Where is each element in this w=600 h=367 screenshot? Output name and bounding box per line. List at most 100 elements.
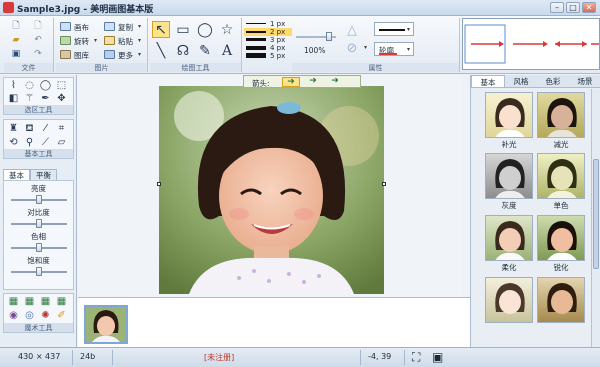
pen-select-icon[interactable]: ✒ — [39, 93, 52, 105]
more-command[interactable]: 更多 — [118, 50, 133, 61]
open-image-thumbnail[interactable] — [84, 305, 128, 344]
brightness-slider-knob[interactable] — [36, 195, 42, 204]
contrast-slider[interactable] — [11, 219, 67, 228]
magic-brush-icon[interactable]: ✐ — [55, 310, 68, 322]
invert-select-icon[interactable]: ◧ — [7, 93, 20, 105]
line-style-dropdown[interactable]: ▾ — [374, 22, 414, 36]
freeform-select-icon[interactable]: ◌ — [23, 80, 36, 92]
lasso-icon[interactable]: ⌇ — [7, 80, 20, 92]
arrow-style-gallery[interactable] — [462, 18, 600, 70]
redo-icon[interactable]: ↷ — [32, 49, 44, 60]
brightness-slider[interactable] — [11, 195, 67, 204]
arrow-type-single-icon[interactable]: ➜ — [282, 77, 300, 87]
crop-icon[interactable]: ⌗ — [55, 123, 68, 135]
eraser-icon[interactable]: ▱ — [55, 137, 68, 149]
canvas-command[interactable]: 画布 — [74, 22, 89, 33]
red-eye-icon[interactable]: ◉ — [7, 310, 20, 322]
fit-to-window-icon[interactable]: ⛶ — [412, 350, 420, 365]
fill-icon[interactable]: △ — [342, 24, 362, 38]
text-tool-icon[interactable]: A — [218, 42, 236, 59]
pencil-tool-icon[interactable]: ✎ — [196, 42, 214, 59]
magic-wand-icon[interactable]: ⚚ — [23, 93, 36, 105]
effect-soften[interactable]: 柔化 — [485, 215, 533, 273]
opacity-slider-knob[interactable] — [326, 32, 332, 41]
actual-size-icon[interactable]: ▣ — [432, 350, 443, 364]
contrast-slider-knob[interactable] — [36, 219, 42, 228]
line-width-option[interactable]: 3 px — [244, 36, 292, 44]
line-width-option[interactable]: 5 px — [244, 52, 292, 60]
scene-icon[interactable]: ▦ — [23, 296, 36, 308]
tab-style[interactable]: 风格 — [505, 75, 537, 87]
paste-command[interactable]: 粘贴 — [118, 36, 133, 47]
clone-stamp-icon[interactable]: ♜ — [7, 123, 20, 135]
brush-icon[interactable]: ⁄ — [39, 123, 52, 135]
line-width-option[interactable]: 1 px — [244, 20, 292, 28]
fill-dropdown-icon[interactable]: ▾ — [364, 44, 367, 51]
ellipse-tool-icon[interactable]: ◯ — [196, 21, 214, 38]
effect-grayscale[interactable]: 灰度 — [485, 153, 533, 211]
hue-slider[interactable] — [11, 243, 67, 252]
tab-balance[interactable]: 平衡 — [30, 169, 57, 180]
effect-label: 柔化 — [501, 263, 517, 272]
copy-command[interactable]: 复制 — [118, 22, 133, 33]
minimize-button[interactable]: – — [550, 2, 564, 13]
paste-dropdown-icon[interactable]: ▾ — [138, 37, 141, 44]
arrow-type-thin-icon[interactable]: ➜ — [326, 77, 344, 87]
effects-scrollbar-thumb[interactable] — [593, 159, 599, 269]
canvas-area[interactable]: 箭头: ➜ ➜ ➜ — [78, 75, 462, 297]
effect-item[interactable] — [485, 277, 533, 323]
rotate-tool-icon[interactable]: ⟲ — [7, 137, 20, 149]
open-file-icon[interactable]: ▰ — [10, 35, 22, 46]
opacity-slider[interactable] — [296, 32, 336, 41]
gallery-command[interactable]: 图库 — [74, 50, 89, 61]
effects-scrollbar[interactable] — [591, 89, 600, 347]
save-as-icon[interactable]: 🗋 — [32, 21, 44, 32]
select-arrow-tool-icon[interactable]: ↖ — [152, 21, 170, 38]
tab-basic-effects[interactable]: 基本 — [471, 75, 505, 87]
line-tool-icon[interactable]: ╲ — [152, 42, 170, 59]
app-icon[interactable] — [3, 2, 14, 13]
resize-handle-right[interactable] — [382, 182, 386, 186]
effect-monochrome[interactable]: 单色 — [537, 153, 585, 211]
rotate-command[interactable]: 旋转 — [74, 36, 89, 47]
rotate-dropdown-icon[interactable]: ▾ — [94, 37, 97, 44]
collage-icon[interactable]: ▦ — [55, 296, 68, 308]
new-file-icon[interactable]: 🗋 — [10, 21, 22, 32]
maximize-button[interactable]: □ — [566, 2, 580, 13]
arrow-type-double-icon[interactable]: ➜ — [304, 77, 322, 87]
copy-dropdown-icon[interactable]: ▾ — [138, 23, 141, 30]
outline-dropdown[interactable]: 轮廓 ▾ — [374, 42, 414, 56]
eyedropper-icon[interactable]: ⟋ — [39, 137, 52, 149]
effect-reduce-light[interactable]: 减光 — [537, 92, 585, 150]
rectangle-tool-icon[interactable]: ▭ — [174, 21, 192, 38]
zoom-icon[interactable]: ⚲ — [23, 137, 36, 149]
effect-fill-light[interactable]: 补光 — [485, 92, 533, 150]
saturation-slider[interactable] — [11, 267, 67, 276]
more-dropdown-icon[interactable]: ▾ — [138, 51, 141, 58]
border-icon[interactable]: ▦ — [39, 296, 52, 308]
line-width-option-selected[interactable]: 2 px — [244, 28, 292, 36]
mosaic-icon[interactable]: ✺ — [39, 310, 52, 322]
no-fill-icon[interactable]: ⊘ — [342, 42, 362, 56]
undo-icon[interactable]: ↶ — [32, 35, 44, 46]
effect-item[interactable] — [537, 277, 585, 323]
callout-tool-icon[interactable]: ☊ — [174, 42, 192, 59]
effect-sharpen[interactable]: 锐化 — [537, 215, 585, 273]
line-width-option[interactable]: 4 px — [244, 44, 292, 52]
ellipse-select-icon[interactable]: ◯ — [39, 80, 52, 92]
saturation-slider-knob[interactable] — [36, 267, 42, 276]
rect-select-icon[interactable]: ⬚ — [55, 80, 68, 92]
move-select-icon[interactable]: ✥ — [55, 93, 68, 105]
hue-slider-knob[interactable] — [36, 243, 42, 252]
sticker-icon[interactable]: ◎ — [23, 310, 36, 322]
tab-scene[interactable]: 场景 — [569, 75, 600, 87]
main-photo[interactable] — [159, 86, 384, 294]
frame-icon[interactable]: ▦ — [7, 296, 20, 308]
tab-basic[interactable]: 基本 — [3, 169, 30, 180]
tab-color[interactable]: 色彩 — [537, 75, 569, 87]
save-file-icon[interactable]: ▣ — [10, 49, 22, 60]
resize-handle-left[interactable] — [157, 182, 161, 186]
fill-bucket-icon[interactable]: ⛾ — [23, 123, 36, 135]
close-button[interactable]: ✕ — [582, 2, 596, 13]
star-tool-icon[interactable]: ☆ — [218, 21, 236, 38]
